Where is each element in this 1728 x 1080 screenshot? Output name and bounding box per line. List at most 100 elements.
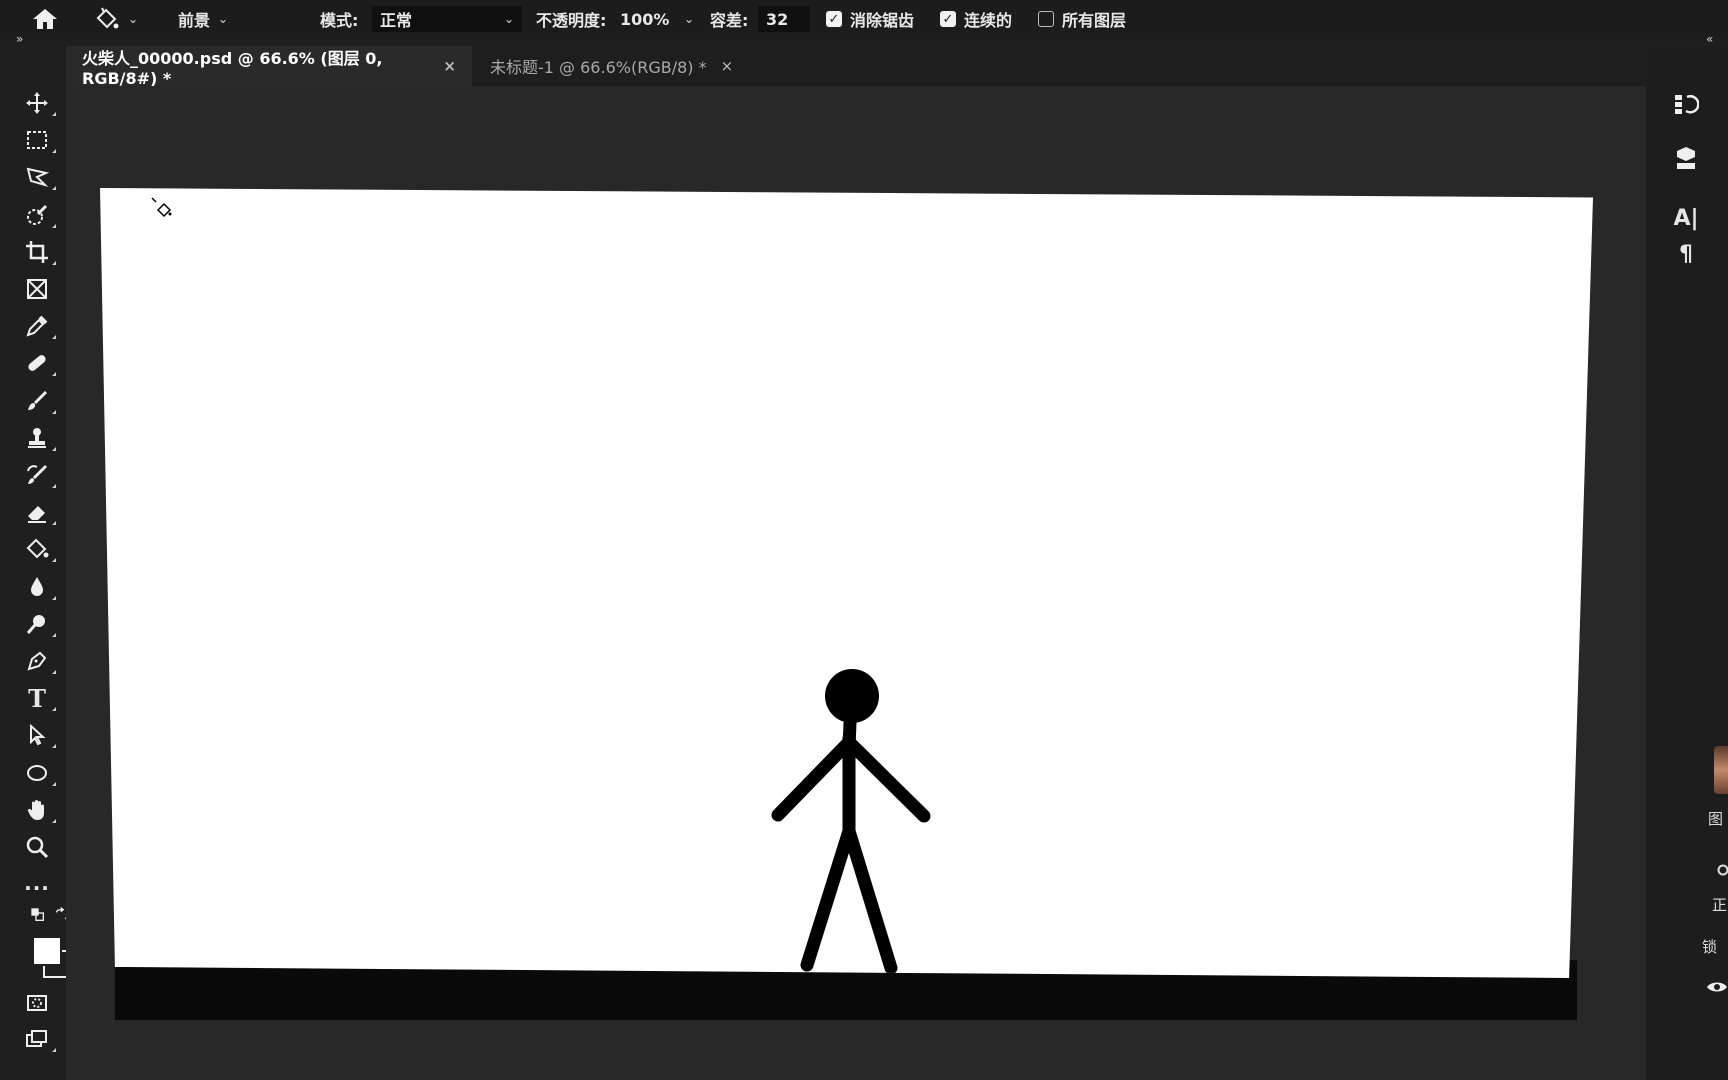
path-selection-tool[interactable] [20,720,56,750]
edit-toolbar-button[interactable]: ... [20,868,54,898]
opacity-value: 100% [620,9,670,29]
move-tool[interactable] [20,88,56,118]
clone-stamp-tool[interactable] [20,423,56,453]
paint-bucket-icon [26,538,49,559]
check-icon: ✓ [940,11,956,27]
3d-panel-button[interactable] [1668,140,1704,176]
pen-tool[interactable] [20,646,56,676]
expand-toolbar-toggle[interactable]: » [16,32,23,46]
history-icon [1675,95,1699,114]
home-icon [33,9,57,29]
zoom-icon [26,836,49,859]
blur-tool[interactable] [20,572,56,602]
lasso-icon [26,167,49,188]
dodge-icon [26,615,45,634]
history-panel-button[interactable] [1668,86,1704,122]
antialias-label: 消除锯齿 [850,11,915,30]
mode-label: 模式: [320,11,359,30]
stick-figure [771,669,931,975]
brush-icon [28,390,48,410]
options-bar: ⌄ 前景 ⌄ 模式: 正常 ⌄ 不透明度: 100% ⌄ 容差: 32 ✓ 消除… [0,0,1728,39]
close-icon[interactable]: × [443,57,456,75]
healing-brush-tool[interactable] [20,348,56,378]
type-icon: T [28,683,46,713]
collapse-panels-toggle[interactable]: « [1706,32,1713,46]
healing-icon [28,355,46,371]
type-tool[interactable]: T [20,683,56,713]
paint-bucket-icon [96,7,119,29]
tools-panel: T ... [0,46,71,1080]
brush-tool[interactable] [20,386,56,416]
stick-figure-left-leg [800,824,856,972]
path-select-icon [30,723,46,746]
tab-label: 未标题-1 @ 66.6%(RGB/8) * [490,58,707,77]
ellipse-icon [27,765,47,781]
mode-select[interactable]: 正常 ⌄ [372,0,522,38]
eyedropper-icon [26,315,48,337]
all-layers-label: 所有图层 [1062,11,1127,30]
marquee-icon [27,131,47,149]
paragraph-icon: ¶ [1679,241,1693,267]
canvas-artwork [151,197,931,975]
tab-label: 火柴人_00000.psd @ 66.6% (图层 0, RGB/8#) * [82,48,383,88]
chevron-down-icon: ⌄ [218,12,229,26]
quick-mask-button[interactable] [20,988,54,1018]
foreground-color-swatch[interactable] [32,936,62,966]
frame-icon [27,279,47,299]
paragraph-panel-button[interactable]: ¶ [1668,236,1704,272]
ellipse-tool[interactable] [20,758,56,788]
lasso-tool[interactable] [20,162,56,192]
dodge-tool[interactable] [20,609,56,639]
stick-figure-head [825,669,879,723]
marquee-tool[interactable] [20,125,56,155]
close-icon[interactable]: × [721,57,734,75]
contiguous-label: 连续的 [964,11,1013,30]
screen-mode-icon [26,1030,47,1047]
frame-tool[interactable] [20,274,54,304]
tolerance-field[interactable]: 32 [758,0,810,38]
zoom-tool[interactable] [20,832,54,862]
contiguous-checkbox[interactable]: ✓ 连续的 [940,0,1012,38]
default-colors-button[interactable] [28,906,48,924]
tab-stickman-psd[interactable]: 火柴人_00000.psd @ 66.6% (图层 0, RGB/8#) * × [66,46,472,88]
history-brush-icon [27,464,48,484]
quick-select-icon [27,204,48,225]
more-icon: ... [24,871,50,895]
document-tab-bar: 火柴人_00000.psd @ 66.6% (图层 0, RGB/8#) * ×… [66,46,1646,88]
eyedropper-tool[interactable] [20,311,56,341]
paint-bucket-tool[interactable] [20,534,56,564]
all-layers-checkbox[interactable]: 所有图层 [1038,0,1126,38]
crop-tool[interactable] [20,237,56,267]
eye-icon[interactable] [1706,980,1728,994]
stick-figure-right-arm [842,735,931,823]
opacity-field[interactable]: 100% ⌄ [616,0,698,38]
fill-source-select[interactable]: 前景 ⌄ [178,0,228,38]
crop-icon [26,241,48,263]
paint-bucket-cursor-icon [151,197,172,218]
history-brush-tool[interactable] [20,460,56,490]
chevron-down-icon: ⌄ [683,12,694,26]
chevron-down-icon: ⌄ [128,12,139,26]
eraser-tool[interactable] [20,497,56,527]
right-panel-dock: A| ¶ 图 正 锁 [1646,46,1728,1080]
mode-value: 正常 [380,11,413,30]
tab-untitled-1[interactable]: 未标题-1 @ 66.6%(RGB/8) * × [474,46,804,86]
antialias-checkbox[interactable]: ✓ 消除锯齿 [826,0,914,38]
pen-icon [27,651,47,671]
character-panel-button[interactable]: A| [1668,200,1704,236]
move-icon [26,92,48,114]
lock-label-partial: 锁 [1702,938,1718,956]
stick-figure-right-leg [842,824,898,975]
eraser-icon [28,506,46,523]
document-canvas[interactable] [100,188,1593,978]
unchecked-box-icon [1038,11,1054,27]
quick-select-tool[interactable] [20,200,56,230]
stick-figure-left-arm [771,735,856,822]
home-button[interactable] [32,0,58,38]
tool-preset-picker[interactable]: ⌄ [94,0,138,38]
layer-thumbnail[interactable] [1714,746,1728,794]
hand-tool[interactable] [20,795,56,825]
screen-mode-button[interactable] [20,1024,56,1054]
search-icon[interactable] [1716,864,1728,878]
3d-icon [1677,147,1695,169]
